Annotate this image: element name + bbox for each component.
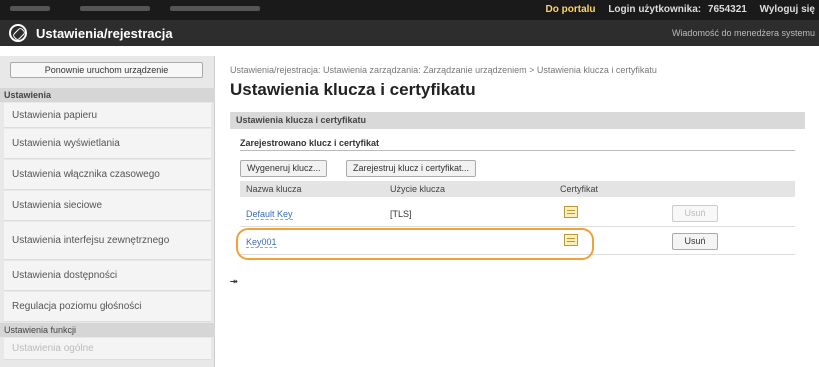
restart-device-button[interactable]: Ponownie uruchom urządzenie bbox=[10, 62, 203, 78]
sidebar-item-volume[interactable]: Regulacja poziomu głośności bbox=[4, 292, 211, 322]
sidebar-section-functions[interactable]: Ustawienia funkcji bbox=[0, 323, 215, 337]
highlight-callout bbox=[236, 228, 594, 260]
page-heading: Ustawienia klucza i certyfikatu bbox=[230, 80, 476, 99]
delete-button[interactable]: Usuń bbox=[672, 205, 718, 222]
col-certificate: Certyfikat bbox=[560, 184, 599, 194]
sidebar-item-paper[interactable]: Ustawienia papieru bbox=[4, 103, 211, 128]
scroll-to-top-icon[interactable]: ⯮ bbox=[230, 276, 238, 287]
sidebar-item-general[interactable]: Ustawienia ogólne bbox=[4, 338, 211, 360]
divider bbox=[240, 150, 795, 151]
login-value: 7654321 bbox=[707, 4, 747, 15]
table-row: Default Key [TLS] Usuń bbox=[240, 201, 795, 227]
col-key-usage: Użycie klucza bbox=[390, 184, 446, 194]
sidebar-item-external-interface[interactable]: Ustawienia interfejsu zewnętrznego bbox=[4, 222, 211, 260]
logout-link[interactable]: Wyloguj się bbox=[760, 4, 815, 15]
sidebar-item-accessibility[interactable]: Ustawienia dostępności bbox=[4, 261, 211, 291]
table-header: Nazwa klucza Użycie klucza Certyfikat bbox=[240, 181, 795, 197]
blurred-text bbox=[10, 6, 50, 11]
message-to-manager-link[interactable]: Wiadomość do menedżera systemu bbox=[672, 28, 815, 38]
certificate-icon[interactable] bbox=[564, 206, 578, 218]
settings-tool-icon bbox=[9, 24, 27, 42]
sidebar: Ponownie uruchom urządzenie Ustawienia U… bbox=[0, 56, 215, 367]
key-usage: [TLS] bbox=[390, 209, 412, 219]
registered-label: Zarejestrowano klucz i certyfikat bbox=[240, 138, 380, 148]
page-section-title: Ustawienia/rejestracja bbox=[36, 26, 173, 41]
register-key-cert-button[interactable]: Zarejestruj klucz i certyfikat... bbox=[346, 160, 477, 177]
generate-key-button[interactable]: Wygeneruj klucz... bbox=[240, 160, 328, 177]
col-key-name: Nazwa klucza bbox=[246, 184, 302, 194]
breadcrumb: Ustawienia/rejestracja: Ustawienia zarzą… bbox=[230, 65, 657, 75]
key-name-link[interactable]: Default Key bbox=[246, 209, 293, 220]
sidebar-item-network[interactable]: Ustawienia sieciowe bbox=[4, 191, 211, 221]
section-header: Ustawienia klucza i certyfikatu bbox=[230, 112, 805, 129]
top-bar-right: Do portalu Login użytkownika: 7654321 Wy… bbox=[536, 4, 815, 15]
blurred-text bbox=[170, 6, 260, 11]
portal-link[interactable]: Do portalu bbox=[546, 4, 596, 15]
delete-button[interactable]: Usuń bbox=[672, 233, 718, 250]
sidebar-section-settings: Ustawienia bbox=[0, 88, 215, 102]
sidebar-item-timer[interactable]: Ustawienia włącznika czasowego bbox=[4, 160, 211, 190]
blurred-text bbox=[80, 6, 150, 11]
title-bar: Ustawienia/rejestracja Wiadomość do mene… bbox=[0, 20, 819, 46]
login-label: Login użytkownika: bbox=[608, 4, 702, 15]
sidebar-item-display[interactable]: Ustawienia wyświetlania bbox=[4, 129, 211, 159]
top-bar: Do portalu Login użytkownika: 7654321 Wy… bbox=[0, 0, 819, 20]
